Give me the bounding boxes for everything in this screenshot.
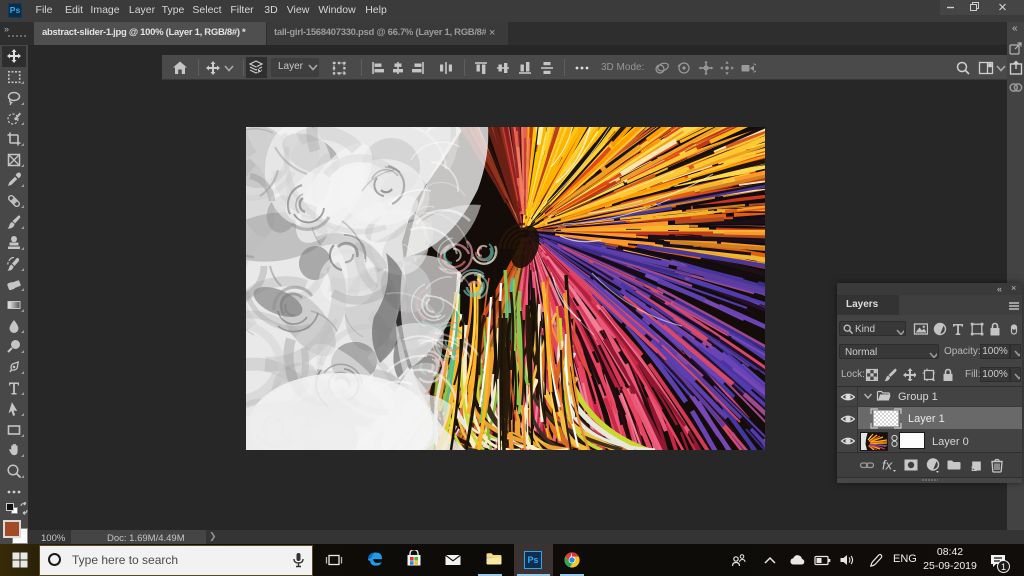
svg-text:fx: fx <box>882 458 893 473</box>
